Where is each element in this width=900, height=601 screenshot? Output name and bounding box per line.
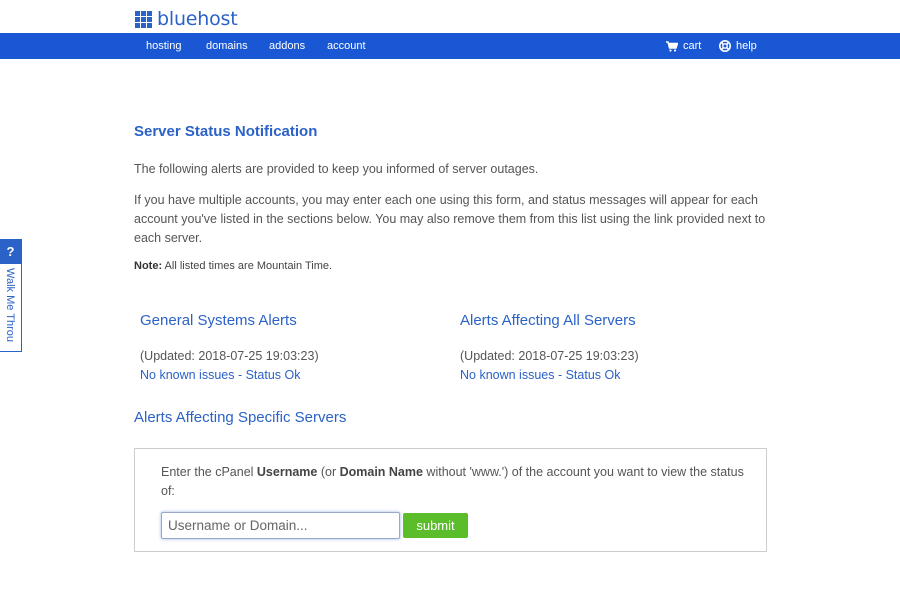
server-lookup-form: Enter the cPanel Username (or Domain Nam… [134, 448, 767, 552]
nav-addons[interactable]: addons [269, 33, 305, 59]
nav-help-label: help [736, 40, 757, 52]
nav-cart[interactable]: cart [666, 33, 701, 59]
lookup-instructions: Enter the cPanel Username (or Domain Nam… [161, 463, 751, 501]
domain-name-bold: Domain Name [339, 465, 423, 479]
lookup-text-part: (or [317, 465, 340, 479]
general-alerts-updated: (Updated: 2018-07-25 19:03:23) [140, 349, 319, 363]
top-navbar: hosting domains addons account cart help [0, 33, 900, 59]
grid-logo-icon [135, 10, 152, 28]
intro-text: The following alerts are provided to kee… [134, 162, 539, 176]
note-label: Note: [134, 260, 163, 272]
all-servers-alerts-status[interactable]: No known issues - Status Ok [460, 368, 620, 382]
general-alerts-title: General Systems Alerts [140, 312, 297, 329]
nav-help[interactable]: help [719, 33, 757, 59]
page-title: Server Status Notification [134, 123, 318, 140]
all-servers-alerts-title: Alerts Affecting All Servers [460, 312, 636, 329]
logo-text: bluehost [157, 8, 238, 30]
logo-bar: bluehost [0, 0, 900, 33]
timezone-note: Note: All listed times are Mountain Time… [134, 260, 332, 272]
lifebuoy-icon [719, 40, 731, 52]
username-bold: Username [256, 465, 318, 479]
all-servers-alerts-updated: (Updated: 2018-07-25 19:03:23) [460, 349, 639, 363]
description-text: If you have multiple accounts, you may e… [134, 193, 766, 245]
nav-cart-label: cart [683, 40, 702, 52]
walkme-side-tab[interactable]: ? Walk Me Throu [0, 239, 22, 352]
note-text: All listed times are Mountain Time. [162, 260, 333, 272]
submit-button[interactable]: submit [403, 513, 468, 538]
lookup-text-part: Enter the cPanel [161, 465, 257, 479]
username-or-domain-input[interactable] [161, 512, 400, 539]
nav-hosting[interactable]: hosting [146, 33, 181, 59]
nav-account[interactable]: account [327, 33, 366, 59]
bluehost-logo[interactable]: bluehost [135, 9, 238, 29]
walkme-label: Walk Me Throu [4, 268, 16, 342]
specific-servers-title: Alerts Affecting Specific Servers [134, 409, 347, 426]
cart-icon [666, 40, 678, 52]
general-alerts-status[interactable]: No known issues - Status Ok [140, 368, 300, 382]
question-icon: ? [0, 240, 21, 264]
nav-domains[interactable]: domains [206, 33, 248, 59]
